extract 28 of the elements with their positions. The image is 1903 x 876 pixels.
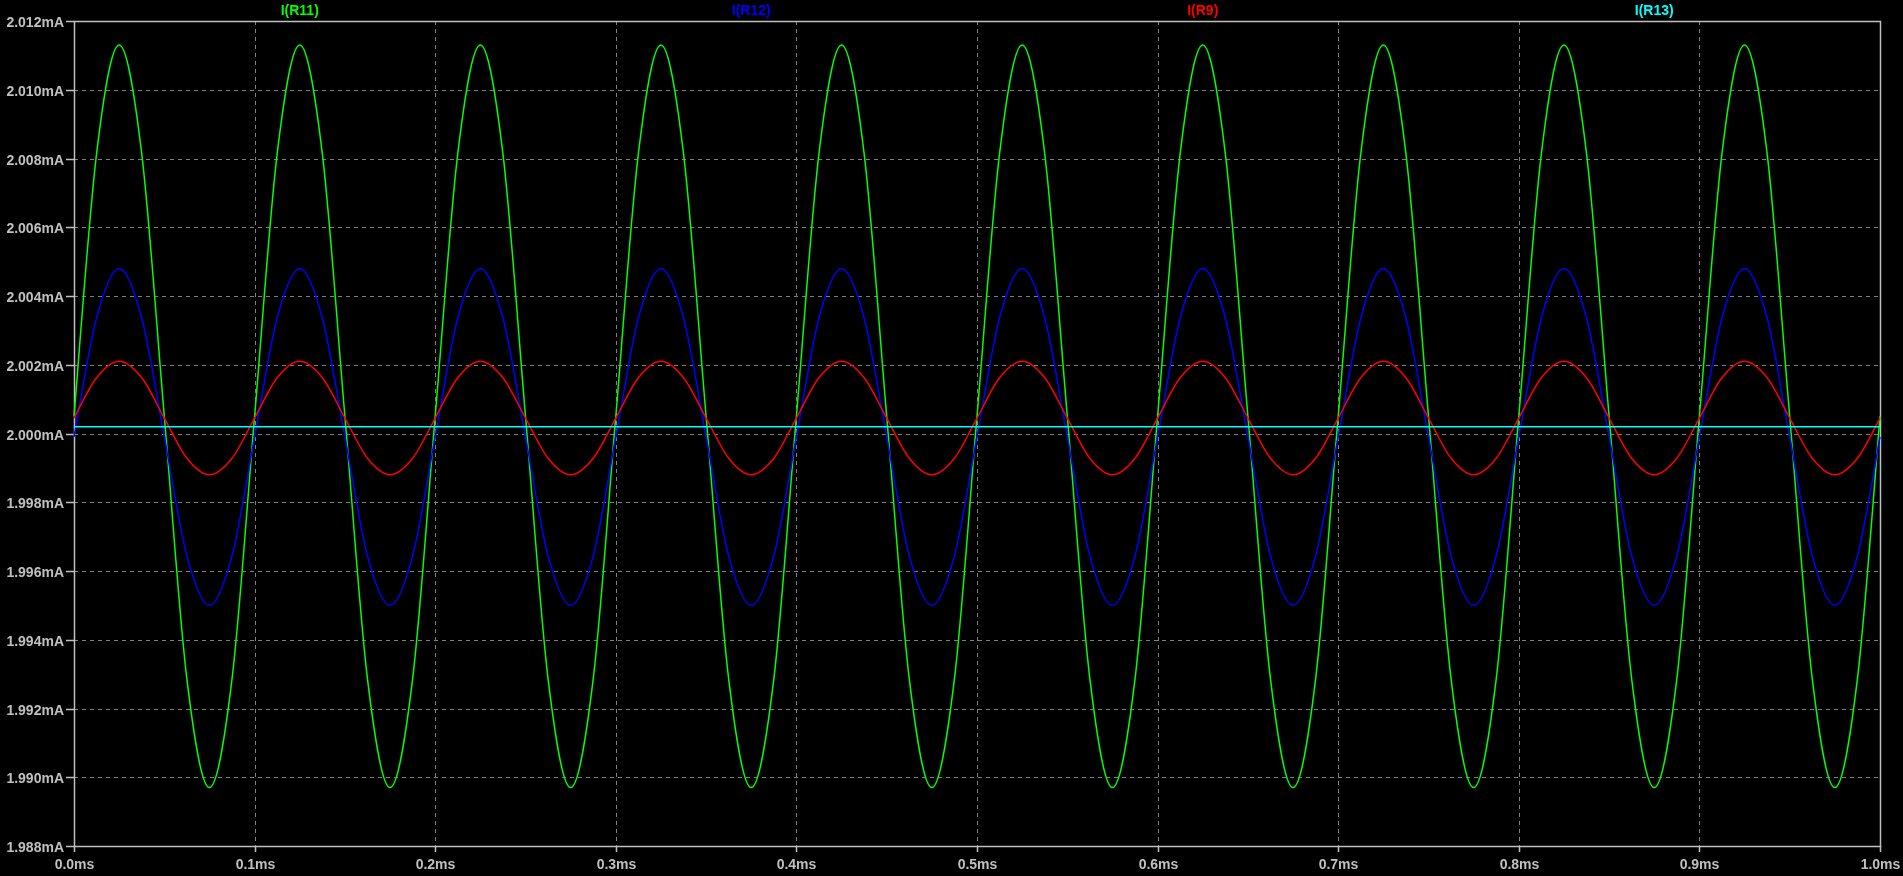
- y-axis-label: 1.998mA: [6, 494, 64, 511]
- y-axis-label: 1.988mA: [6, 838, 64, 855]
- y-axis-label: 1.990mA: [6, 769, 64, 786]
- x-axis-label: 0.3ms: [596, 856, 637, 872]
- x-axis-label: 0.2ms: [415, 856, 456, 872]
- x-axis-label: 0.0ms: [54, 856, 95, 872]
- x-axis-label: 0.5ms: [957, 856, 998, 872]
- y-axis-label: 2.012mA: [6, 13, 64, 30]
- x-axis-label: 0.9ms: [1679, 856, 1720, 872]
- x-axis-label: 0.1ms: [235, 856, 276, 872]
- y-axis-label: 2.004mA: [6, 288, 64, 305]
- x-axis-label: 0.7ms: [1318, 856, 1359, 872]
- y-axis-label: 2.000mA: [6, 426, 64, 443]
- x-axis-label: 0.8ms: [1499, 856, 1540, 872]
- y-axis-label: 2.008mA: [6, 151, 64, 168]
- y-axis-label: 2.006mA: [6, 219, 64, 236]
- y-axis-label: 2.010mA: [6, 82, 64, 99]
- trace-label: I(R12): [731, 2, 771, 18]
- x-axis-label: 0.6ms: [1138, 856, 1179, 872]
- trace-label: I(R11): [280, 2, 319, 18]
- x-axis-label: 1.0ms: [1860, 856, 1901, 872]
- x-axis-label: 0.4ms: [776, 856, 817, 872]
- y-axis-label: 1.994mA: [6, 632, 64, 649]
- y-axis-label: 1.992mA: [6, 701, 64, 718]
- y-axis-label: 1.996mA: [6, 563, 64, 580]
- trace-label: I(R9): [1187, 2, 1219, 18]
- y-axis-label: 2.002mA: [6, 357, 64, 374]
- trace-label: I(R13): [1634, 2, 1674, 18]
